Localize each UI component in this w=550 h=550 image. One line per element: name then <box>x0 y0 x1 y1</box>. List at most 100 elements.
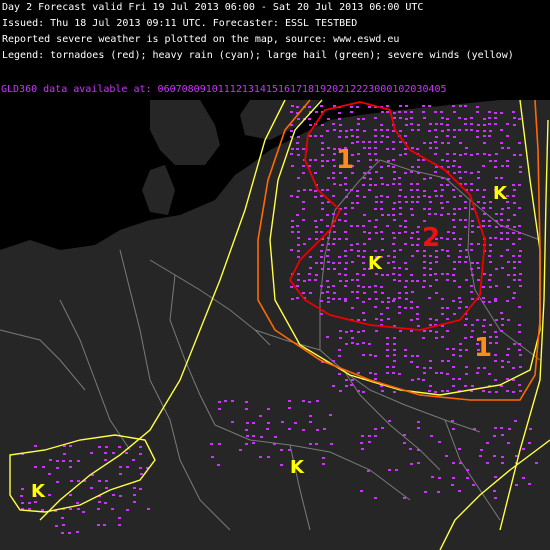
lightning-dot <box>392 214 395 216</box>
lightning-dot <box>327 268 330 270</box>
lightning-dot <box>327 261 330 263</box>
lightning-dot <box>344 274 347 276</box>
lightning-dot <box>471 298 474 300</box>
lightning-dot <box>309 415 312 417</box>
lightning-dot <box>441 142 444 144</box>
lightning-dot <box>506 225 509 227</box>
lightning-dot <box>488 279 491 281</box>
lightning-dot <box>375 330 378 332</box>
lightning-dot <box>495 220 498 222</box>
lightning-dot <box>375 201 378 203</box>
lightning-dot <box>297 190 300 192</box>
lightning-dot <box>464 183 467 185</box>
lightning-dot <box>476 111 479 113</box>
lightning-dot <box>139 453 142 455</box>
lightning-dot <box>302 172 305 174</box>
lightning-dot <box>447 231 450 233</box>
lightning-dot <box>363 268 366 270</box>
lightning-dot <box>500 142 503 144</box>
lightning-dot <box>362 141 365 143</box>
lightning-dot <box>290 249 293 251</box>
lightning-dot <box>458 166 461 168</box>
lightning-dot <box>333 238 336 240</box>
lightning-dot <box>435 256 438 258</box>
lightning-dot <box>363 319 366 321</box>
lightning-dot <box>452 300 455 302</box>
lightning-dot <box>428 390 431 392</box>
lightning-dot <box>483 319 486 321</box>
lightning-dot <box>500 238 503 240</box>
lightning-dot <box>374 378 377 380</box>
lightning-dot <box>489 207 492 209</box>
lightning-dot <box>291 105 294 107</box>
lightning-dot <box>471 385 474 387</box>
lightning-dot <box>404 220 407 222</box>
lightning-dot <box>393 117 396 119</box>
lightning-dot <box>351 142 354 144</box>
lightning-dot <box>507 286 510 288</box>
lightning-dot <box>482 390 485 392</box>
lightning-dot <box>375 232 378 234</box>
lightning-dot <box>338 256 341 258</box>
lightning-dot <box>459 177 462 179</box>
lightning-dot <box>518 184 521 186</box>
lightning-dot <box>224 400 227 402</box>
lightning-dot <box>332 123 335 125</box>
lightning-dot <box>320 285 323 287</box>
lightning-dot <box>321 208 324 210</box>
lightning-dot <box>465 147 468 149</box>
lightning-dot <box>423 190 426 192</box>
lightning-dot <box>362 118 365 120</box>
lightning-dot <box>435 261 438 263</box>
lightning-dot <box>440 202 443 204</box>
lightning-dot <box>512 367 515 369</box>
lightning-dot <box>327 177 330 179</box>
lightning-dot <box>476 153 479 155</box>
lightning-dot <box>387 301 390 303</box>
lightning-dot <box>506 300 509 302</box>
lightning-dot <box>210 443 213 445</box>
lightning-dot <box>489 286 492 288</box>
lightning-dot <box>392 366 395 368</box>
lightning-dot <box>303 189 306 191</box>
lightning-dot <box>494 123 497 125</box>
lightning-dot <box>375 196 378 198</box>
lightning-dot <box>404 286 407 288</box>
lightning-dot <box>440 184 443 186</box>
lightning-dot <box>98 501 101 503</box>
lightning-dot <box>297 237 300 239</box>
lightning-dot <box>434 141 437 143</box>
lightning-dot <box>410 463 413 465</box>
lightning-dot <box>446 135 449 137</box>
lightning-dot <box>374 226 377 228</box>
lightning-dot <box>471 324 474 326</box>
lightning-dot <box>522 448 525 450</box>
lightning-dot <box>315 238 318 240</box>
lightning-dot <box>513 202 516 204</box>
lightning-dot <box>470 189 473 191</box>
lightning-dot <box>441 249 444 251</box>
lightning-dot <box>411 291 414 293</box>
lightning-dot <box>482 325 485 327</box>
lightning-dot <box>392 208 395 210</box>
lightning-dot <box>482 220 485 222</box>
lightning-dot <box>429 147 432 149</box>
lightning-dot <box>518 261 521 263</box>
lightning-dot <box>515 455 518 457</box>
lightning-dot <box>500 177 503 179</box>
lightning-dot <box>486 442 489 444</box>
lightning-dot <box>309 256 312 258</box>
lightning-dot <box>380 319 383 321</box>
lightning-dot <box>480 449 483 451</box>
lightning-dot <box>302 208 305 210</box>
lightning-dot <box>321 202 324 204</box>
lightning-dot <box>338 136 341 138</box>
lightning-dot <box>482 225 485 227</box>
lightning-dot <box>351 307 354 309</box>
lightning-dot <box>386 337 389 339</box>
lightning-dot <box>464 337 467 339</box>
lightning-dot <box>404 135 407 137</box>
lightning-dot <box>470 285 473 287</box>
lightning-dot <box>374 250 377 252</box>
lightning-dot <box>332 298 335 300</box>
